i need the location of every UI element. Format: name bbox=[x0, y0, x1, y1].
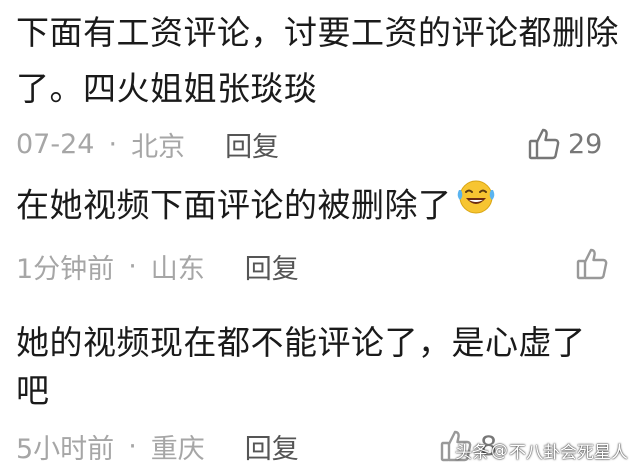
comment-item: 在她视频下面评论的被删除了 1分钟前 · 山东 回复 bbox=[0, 170, 640, 300]
comment-text-line: 下面有工资评论，讨要工资的评论都删除 bbox=[16, 13, 619, 52]
comment-region: 北京 bbox=[131, 131, 186, 163]
meta-separator: · bbox=[128, 430, 137, 462]
comment-meta: 5小时前 · 重庆 回复 bbox=[16, 426, 299, 466]
comment-meta: 07-24 · 北京 回复 bbox=[16, 124, 279, 164]
comment-text-line: 在她视频下面评论的被删除了 bbox=[16, 180, 498, 234]
thumbs-up-icon bbox=[528, 127, 560, 161]
thumbs-up-icon bbox=[576, 247, 608, 281]
watermark: 头条 @ 不八卦会死星人 bbox=[455, 438, 628, 464]
reply-button[interactable]: 回复 bbox=[245, 247, 299, 286]
reply-button[interactable]: 回复 bbox=[225, 125, 279, 164]
like-button[interactable]: 29 bbox=[528, 124, 602, 164]
watermark-account: 不八卦会死星人 bbox=[509, 443, 628, 463]
watermark-at: @ bbox=[491, 440, 508, 461]
like-button[interactable] bbox=[576, 244, 608, 284]
comment-text: 在她视频下面评论的被删除了 bbox=[16, 185, 452, 225]
comment-text-line: 她的视频现在都不能评论了，是心虚了 bbox=[16, 323, 586, 362]
comment-meta: 1分钟前 · 山东 回复 bbox=[16, 246, 299, 286]
like-count: 29 bbox=[568, 128, 603, 160]
comment-region: 重庆 bbox=[150, 433, 205, 465]
watermark-brand: 头条 bbox=[455, 443, 489, 463]
comment-region: 山东 bbox=[150, 253, 205, 285]
reply-button[interactable]: 回复 bbox=[245, 427, 299, 466]
meta-separator: · bbox=[128, 250, 137, 282]
comment-time: 5小时前 bbox=[16, 433, 115, 465]
comment-text-line: 了。四火姐姐张琰琰 bbox=[16, 69, 318, 108]
comment-text-line: 吧 bbox=[16, 371, 50, 410]
comment-item: 下面有工资评论，讨要工资的评论都删除 了。四火姐姐张琰琰 07-24 · 北京 … bbox=[0, 0, 640, 170]
meta-separator: · bbox=[108, 128, 118, 160]
laughing-crying-emoji-icon bbox=[454, 176, 498, 230]
comment-time: 07-24 bbox=[16, 128, 95, 160]
comment-time: 1分钟前 bbox=[16, 253, 115, 285]
